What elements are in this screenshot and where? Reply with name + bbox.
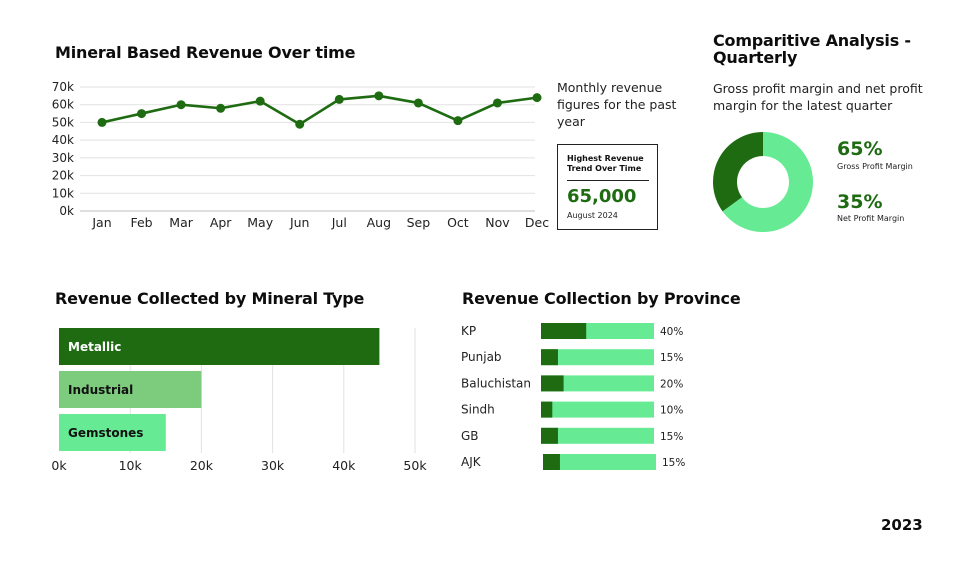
x-tick-label: 0k — [51, 458, 67, 472]
line-chart-title: Mineral Based Revenue Over time — [55, 43, 356, 62]
data-point — [532, 93, 542, 103]
data-point — [137, 109, 147, 119]
province-bar-chart: KP 40% Punjab 15% Baluchistan 20% Sindh 10% GB 15… — [461, 323, 685, 470]
bar-fill — [541, 349, 558, 366]
donut-title: Comparitive Analysis - Quarterly — [713, 31, 911, 67]
highlight-divider — [567, 180, 649, 181]
data-point — [413, 98, 423, 108]
x-tick-label: Aug — [367, 215, 391, 230]
x-tick-label: Dec — [525, 215, 549, 230]
data-point — [176, 100, 186, 110]
x-tick-label: Mar — [169, 215, 193, 230]
series-line — [101, 94, 538, 126]
data-point — [255, 96, 265, 106]
data-point — [216, 103, 226, 113]
bar-label: Metallic — [68, 340, 121, 354]
bar-fill — [541, 401, 553, 418]
x-tick-label: May — [247, 215, 273, 230]
value-label: 20% — [660, 378, 683, 390]
x-tick-label: 10k — [119, 458, 143, 472]
gross-margin-value: 65% — [837, 138, 883, 160]
mineral-chart-title: Revenue Collected by Mineral Type — [55, 289, 365, 308]
donut-description: Gross profit margin and net profit margi… — [713, 81, 923, 113]
value-label: 15% — [660, 352, 683, 364]
value-label: 15% — [660, 431, 683, 443]
bar-fill — [541, 427, 558, 444]
bar-track — [541, 401, 654, 418]
mineral-bar-chart: 0k 10k 20k 30k 40k 50k Metallic Industrial Gemst… — [51, 328, 427, 472]
y-tick-label: 0k — [59, 204, 74, 218]
x-tick-label: Nov — [485, 215, 510, 230]
x-tick-label: Sep — [407, 215, 431, 230]
y-tick-label: 40k — [52, 133, 74, 147]
donut-chart — [713, 132, 813, 232]
highlight-card: Highest Revenue Trend Over Time 65,000 A… — [557, 144, 658, 230]
data-point — [374, 91, 384, 101]
y-tick-label: 60k — [52, 98, 74, 112]
highlight-value: 65,000 — [567, 186, 637, 207]
x-tick-label: Jul — [331, 215, 347, 230]
x-tick-label: 20k — [190, 458, 214, 472]
bar-track — [541, 427, 654, 444]
data-point — [97, 117, 107, 127]
bar-track — [543, 454, 656, 470]
data-point — [492, 98, 502, 108]
x-tick-label: Jan — [91, 215, 111, 230]
highlight-date: August 2024 — [567, 211, 618, 220]
province-label: KP — [461, 324, 476, 338]
x-tick-label: Apr — [210, 215, 232, 230]
bar-label: Gemstones — [68, 426, 143, 440]
province-label: Sindh — [461, 403, 495, 417]
value-label: 40% — [660, 326, 683, 338]
y-tick-label: 30k — [52, 151, 74, 165]
y-tick-label: 20k — [52, 169, 74, 183]
x-tick-label: Feb — [130, 215, 152, 230]
province-label: AJK — [461, 455, 482, 469]
bar-label: Industrial — [68, 383, 133, 397]
x-tick-label: 30k — [261, 458, 285, 472]
x-tick-label: Jun — [289, 215, 310, 230]
bar-fill — [541, 323, 587, 339]
net-margin-label: Net Profit Margin — [837, 214, 905, 223]
bar-fill — [543, 454, 560, 470]
x-tick-label: Oct — [447, 215, 469, 230]
line-chart-description: Monthly revenue figures for the past yea… — [557, 80, 677, 129]
line-chart: 0k 10k 20k 30k 40k 50k 60k 70k Jan Feb Mar Apr May Ju… — [52, 80, 549, 230]
value-label: 10% — [660, 405, 683, 417]
net-margin-value: 35% — [837, 191, 883, 213]
gross-margin-label: Gross Profit Margin — [837, 162, 913, 171]
bar-track — [541, 349, 654, 366]
province-label: Punjab — [461, 350, 502, 364]
donut-slice — [713, 132, 763, 212]
province-label: GB — [461, 429, 479, 443]
bar-fill — [541, 375, 564, 392]
data-point — [334, 94, 344, 104]
data-point — [453, 116, 463, 126]
y-tick-label: 50k — [52, 115, 74, 129]
footer-year: 2023 — [881, 516, 923, 534]
y-tick-label: 10k — [52, 186, 74, 200]
province-label: Baluchistan — [461, 376, 531, 390]
x-tick-label: 50k — [403, 458, 427, 472]
province-chart-title: Revenue Collection by Province — [462, 289, 741, 308]
value-label: 15% — [662, 457, 685, 469]
x-tick-label: 40k — [332, 458, 356, 472]
data-point — [295, 119, 305, 129]
highlight-label: Highest Revenue Trend Over Time — [567, 154, 644, 173]
y-tick-label: 70k — [52, 80, 74, 94]
